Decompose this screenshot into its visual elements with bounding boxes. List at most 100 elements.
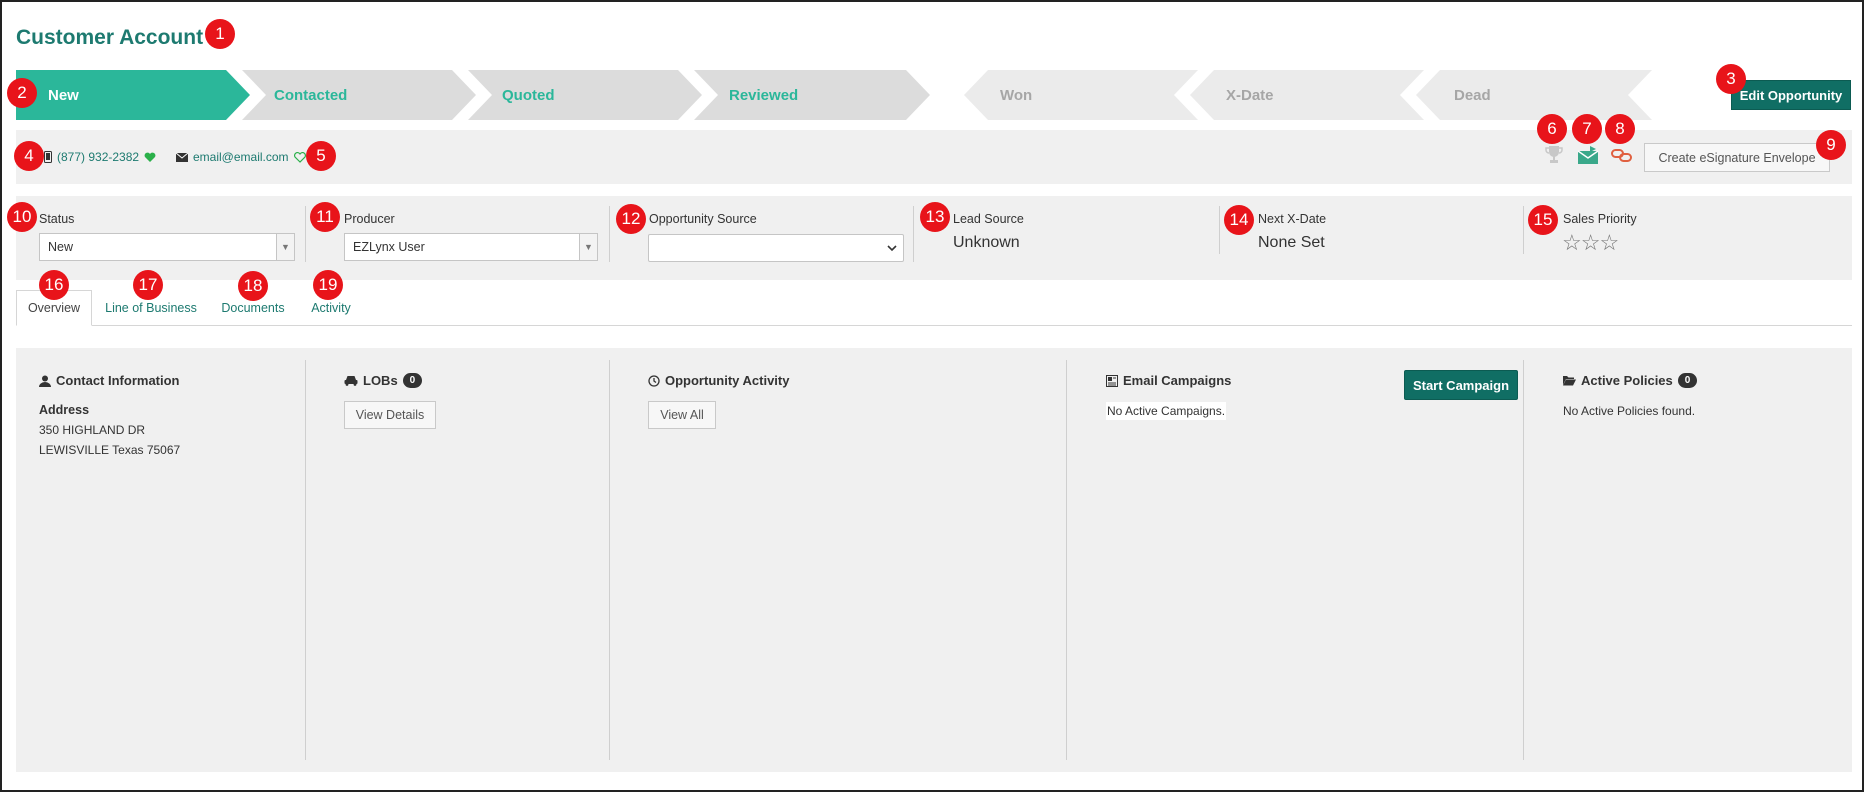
stage-reviewed[interactable]: Reviewed (694, 70, 930, 120)
stage-quoted[interactable]: Quoted (468, 70, 702, 120)
edit-opportunity-button[interactable]: Edit Opportunity (1731, 80, 1851, 110)
opportunity-source-select[interactable] (648, 234, 904, 262)
annotation-marker: 2 (7, 78, 37, 108)
email-campaigns-header: Email Campaigns (1106, 373, 1231, 388)
dropdown-caret-icon: ▼ (276, 234, 294, 260)
divider (609, 360, 610, 760)
divider (1066, 360, 1067, 760)
stage-label: X-Date (1226, 86, 1274, 104)
annotation-marker: 18 (238, 271, 268, 301)
envelope-icon (176, 152, 188, 162)
view-details-button[interactable]: View Details (344, 401, 436, 429)
divider (1523, 206, 1524, 254)
mobile-phone-icon (44, 151, 52, 163)
opportunity-source-label: Opportunity Source (649, 212, 757, 226)
lobs-header: LOBs 0 (344, 373, 423, 388)
annotation-marker: 10 (7, 202, 37, 232)
divider (305, 206, 306, 262)
stage-label: New (48, 86, 79, 104)
annotation-marker: 17 (133, 270, 163, 300)
sales-priority-stars[interactable]: ☆☆☆ (1562, 230, 1619, 256)
divider (913, 206, 914, 262)
annotation-marker: 1 (205, 19, 235, 49)
stage-label: Won (1000, 86, 1033, 104)
email-contact: email@email.com (176, 150, 306, 164)
annotation-marker: 3 (1716, 64, 1746, 94)
trophy-icon[interactable] (1545, 145, 1563, 165)
user-icon (39, 375, 51, 387)
opportunity-activity-header: Opportunity Activity (648, 373, 789, 388)
email-send-icon[interactable] (1578, 146, 1600, 164)
no-campaigns-text: No Active Campaigns. (1106, 402, 1227, 420)
stage-xdate[interactable]: X-Date (1190, 70, 1424, 120)
car-icon (344, 376, 358, 386)
annotation-marker: 15 (1528, 205, 1558, 235)
email-campaigns-title: Email Campaigns (1123, 373, 1232, 388)
sales-priority-label: Sales Priority (1563, 212, 1637, 226)
stage-won[interactable]: Won (964, 70, 1198, 120)
producer-value: EZLynx User (353, 240, 425, 254)
divider (1523, 360, 1524, 760)
address-line-1: 350 HIGHLAND DR (39, 423, 146, 437)
folder-open-icon (1563, 376, 1576, 386)
contact-information-title: Contact Information (56, 373, 180, 388)
view-all-button[interactable]: View All (648, 401, 716, 429)
annotation-marker: 12 (616, 204, 646, 234)
annotation-marker: 7 (1572, 114, 1602, 144)
tabs-baseline (16, 325, 1852, 326)
lobs-count-badge: 0 (402, 373, 423, 388)
heart-outline-icon[interactable] (293, 151, 306, 163)
phone-contact: (877) 932-2382 (44, 150, 156, 164)
active-policies-title: Active Policies (1581, 373, 1673, 388)
stage-arrow-shape (1416, 70, 1652, 120)
stage-label: Contacted (274, 86, 348, 104)
producer-label: Producer (344, 212, 395, 226)
stage-contacted[interactable]: Contacted (242, 70, 476, 120)
start-campaign-button[interactable]: Start Campaign (1404, 370, 1518, 400)
divider (305, 360, 306, 760)
status-label: Status (39, 212, 75, 226)
stage-new[interactable]: New (16, 70, 250, 120)
page-title: Customer Account (16, 26, 204, 49)
stage-dead[interactable]: Dead (1416, 70, 1652, 120)
annotation-marker: 4 (14, 141, 44, 171)
annotation-marker: 8 (1605, 114, 1635, 144)
divider (1219, 206, 1220, 254)
annotation-marker: 5 (306, 141, 336, 171)
app-window: Customer Account New Contacted Quoted Re… (0, 0, 1864, 792)
heart-filled-icon[interactable] (144, 152, 156, 163)
address-line-2: LEWISVILLE Texas 75067 (39, 443, 181, 457)
annotation-marker: 16 (39, 270, 69, 300)
lead-source-value: Unknown (953, 234, 1020, 251)
opportunity-activity-title: Opportunity Activity (665, 373, 790, 388)
lead-source-label: Lead Source (953, 212, 1024, 226)
next-xdate-label: Next X-Date (1258, 212, 1327, 226)
address-label: Address (39, 403, 90, 417)
contact-information-header: Contact Information (39, 373, 180, 388)
active-policies-header: Active Policies 0 (1563, 373, 1698, 388)
chevron-down-icon (887, 245, 897, 252)
clock-icon (648, 374, 660, 387)
stage-label: Dead (1454, 86, 1491, 104)
annotation-marker: 19 (313, 270, 343, 300)
phone-link[interactable]: (877) 932-2382 (57, 150, 139, 164)
annotation-marker: 13 (920, 202, 950, 232)
stage-label: Reviewed (729, 86, 799, 104)
annotation-marker: 6 (1537, 114, 1567, 144)
link-icon[interactable] (1611, 148, 1633, 163)
no-policies-text: No Active Policies found. (1563, 404, 1696, 418)
divider (609, 206, 610, 262)
status-value: New (48, 240, 74, 254)
annotation-marker: 14 (1224, 205, 1254, 235)
newspaper-icon (1106, 374, 1118, 387)
policies-count-badge: 0 (1677, 373, 1698, 388)
annotation-marker: 9 (1816, 130, 1846, 160)
create-esignature-button[interactable]: Create eSignature Envelope (1644, 143, 1830, 172)
producer-select[interactable]: EZLynx User ▼ (344, 233, 598, 261)
status-select[interactable]: New ▼ (39, 233, 295, 261)
lobs-title: LOBs (363, 373, 398, 388)
dropdown-caret-icon: ▼ (579, 234, 597, 260)
email-link[interactable]: email@email.com (193, 150, 289, 164)
stage-label: Quoted (502, 86, 555, 104)
annotation-marker: 11 (310, 202, 340, 232)
